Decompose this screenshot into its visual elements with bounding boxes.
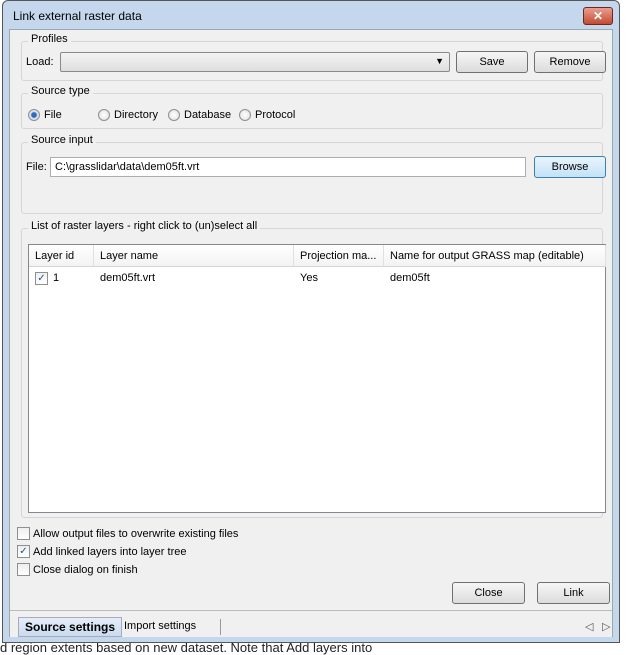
dialog-client: Profiles Load: ▼ Save Remove Source type… [9,29,613,637]
radio-icon [168,109,180,121]
cell-layer-id: 1 [53,272,60,284]
dialog-window: Link external raster data ✕ Profiles Loa… [2,0,620,643]
checkbox-label: Add linked layers into layer tree [33,545,187,558]
radio-icon [98,109,110,121]
scroll-left-icon[interactable]: ◁ [585,620,593,633]
radio-file[interactable]: File [28,109,62,121]
tab-bar: Source settings Import settings ◁ ▷ [10,610,612,637]
profiles-group: Profiles Load: ▼ Save Remove [21,33,606,81]
source-input-group: Source input File: C:\grasslidar\data\de… [21,134,606,214]
radio-label: Protocol [255,109,296,121]
radio-icon [28,109,40,121]
checkbox-icon [17,527,30,540]
radio-database[interactable]: Database [168,109,231,121]
radio-label: File [44,109,62,121]
column-header-projection[interactable]: Projection ma... [294,245,384,267]
radio-protocol[interactable]: Protocol [239,109,295,121]
browse-button[interactable]: Browse [534,156,606,178]
column-header-layer-id[interactable]: Layer id [29,245,94,267]
save-button[interactable]: Save [456,51,528,73]
scroll-right-icon[interactable]: ▷ [602,620,610,633]
load-label: Load: [26,56,54,68]
chevron-down-icon: ▼ [435,56,444,66]
overwrite-checkbox[interactable]: Allow output files to overwrite existing… [17,527,238,540]
close-button[interactable]: Close [452,582,525,604]
file-input[interactable]: C:\grasslidar\data\dem05ft.vrt [50,157,526,177]
radio-label: Directory [114,109,159,121]
radio-label: Database [184,109,232,121]
layers-group: List of raster layers - right click to (… [21,220,606,518]
radio-icon [239,109,251,121]
load-profile-select[interactable]: ▼ [60,52,450,72]
tab-divider [220,619,221,635]
radio-directory[interactable]: Directory [98,109,158,121]
checkbox-label: Close dialog on finish [33,563,138,576]
tab-import-settings[interactable]: Import settings [118,617,202,637]
checkbox-label: Allow output files to overwrite existing… [33,527,239,540]
checkbox-icon [17,563,30,576]
source-type-group: Source type File Directory Database Prot… [21,85,603,129]
source-type-label: Source type [28,85,93,97]
window-title: Link external raster data [13,9,142,23]
column-header-output-name[interactable]: Name for output GRASS map (editable) [384,245,606,267]
layers-label: List of raster layers - right click to (… [28,220,261,232]
cell-output-name[interactable]: dem05ft [390,272,430,284]
add-layers-checkbox[interactable]: ✓ Add linked layers into layer tree [17,545,186,558]
column-header-layer-name[interactable]: Layer name [94,245,294,267]
close-icon: ✕ [592,9,604,23]
profiles-label: Profiles [28,33,71,45]
close-on-finish-checkbox[interactable]: Close dialog on finish [17,563,138,576]
source-input-label: Source input [28,134,96,146]
checkmark-icon: ✓ [17,545,30,558]
remove-button[interactable]: Remove [534,51,606,73]
file-label: File: [26,161,47,173]
cell-layer-name: dem05ft.vrt [100,272,156,284]
link-button[interactable]: Link [537,582,610,604]
layers-list[interactable]: Layer id Layer name Projection ma... Nam… [28,244,606,513]
tab-source-settings[interactable]: Source settings [18,617,123,637]
checkmark-icon: ✓ [35,272,48,285]
close-window-button[interactable]: ✕ [583,7,613,25]
row-checkbox[interactable]: ✓ [35,272,48,285]
cell-projection: Yes [300,272,318,284]
